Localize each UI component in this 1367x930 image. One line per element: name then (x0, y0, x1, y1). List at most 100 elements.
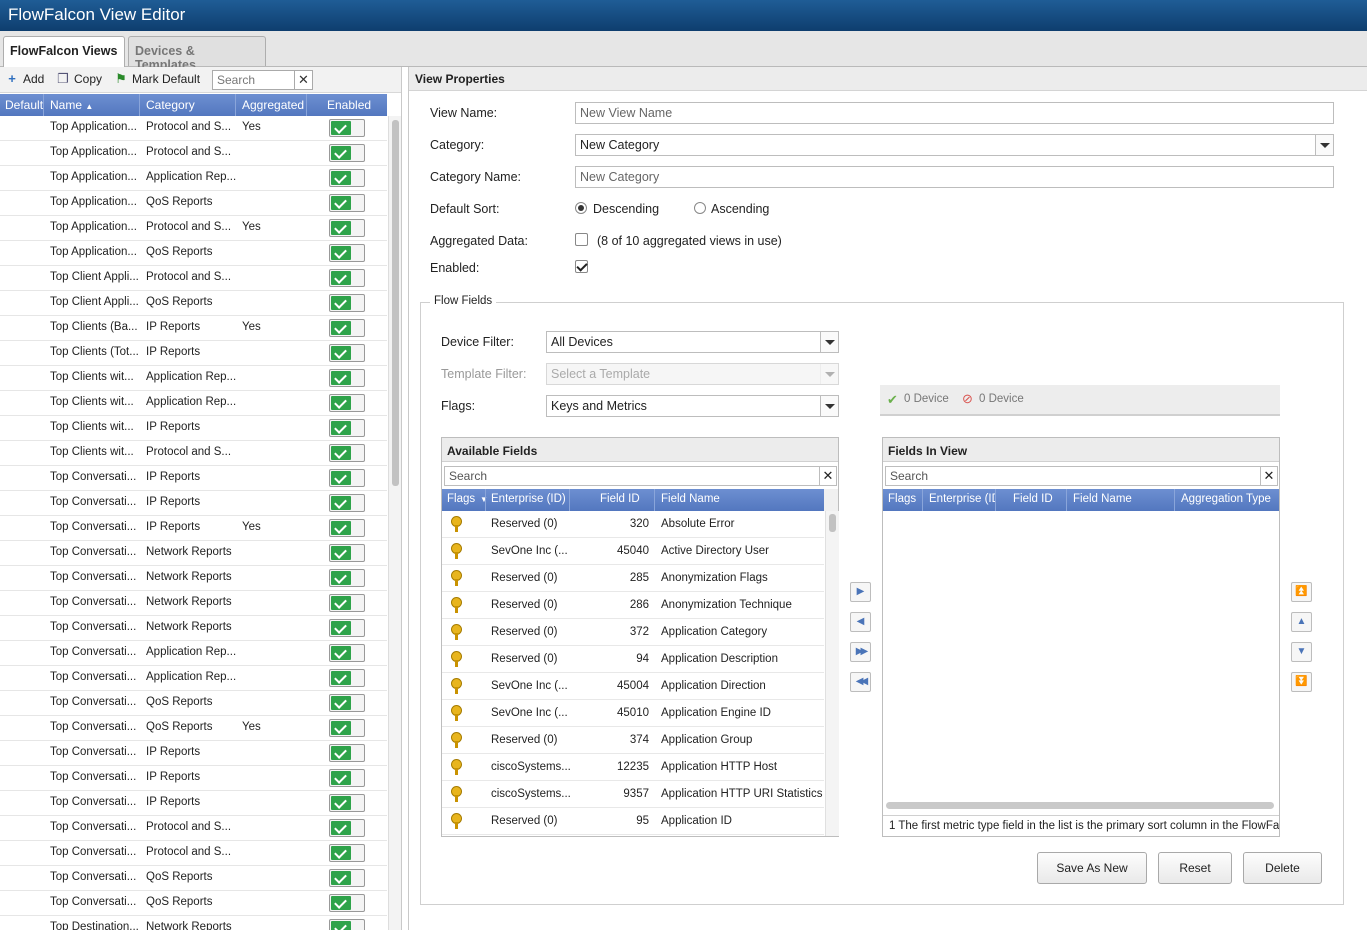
col-category[interactable]: Category (146, 98, 195, 112)
list-item[interactable]: SevOne Inc (... 45010 Application Engine I… (442, 700, 824, 727)
mark-default-button[interactable]: ⚑ Mark Default (114, 72, 200, 87)
table-row[interactable]: Top Destination... Network Reports (0, 916, 387, 930)
clear-search-icon[interactable]: ✕ (1260, 466, 1278, 486)
table-row[interactable]: Top Clients wit... Application Rep... (0, 391, 387, 416)
enabled-toggle[interactable] (329, 744, 365, 762)
scrollbar-thumb[interactable] (829, 514, 836, 532)
col-flags[interactable]: Flags (447, 493, 475, 505)
list-item[interactable]: Reserved (0) 286 Anonymization Technique (442, 592, 824, 619)
enabled-toggle[interactable] (329, 319, 365, 337)
enabled-toggle[interactable] (329, 669, 365, 687)
col-field-id[interactable]: Field ID (1013, 493, 1053, 505)
table-row[interactable]: Top Conversati... IP Reports (0, 741, 387, 766)
enabled-toggle[interactable] (329, 269, 365, 287)
col-enterprise[interactable]: Enterprise (ID) (929, 493, 995, 505)
table-row[interactable]: Top Conversati... IP Reports (0, 491, 387, 516)
table-row[interactable]: Top Client Appli... Protocol and S... (0, 266, 387, 291)
enabled-toggle[interactable] (329, 394, 365, 412)
views-scrollbar[interactable] (388, 116, 401, 930)
enabled-toggle[interactable] (329, 119, 365, 137)
enabled-checkbox[interactable] (575, 260, 588, 273)
enabled-toggle[interactable] (329, 419, 365, 437)
enabled-toggle[interactable] (329, 169, 365, 187)
col-aggregation-type[interactable]: Aggregation Type (1181, 493, 1271, 505)
enabled-toggle[interactable] (329, 594, 365, 612)
table-row[interactable]: Top Conversati... QoS Reports (0, 891, 387, 916)
move-down-icon[interactable]: ▼ (1291, 642, 1312, 662)
list-item[interactable]: Reserved (0) 372 Application Category (442, 619, 824, 646)
table-row[interactable]: Top Conversati... IP Reports Yes (0, 516, 387, 541)
horizontal-scrollbar[interactable] (886, 802, 1274, 809)
enabled-toggle[interactable] (329, 644, 365, 662)
chevron-down-icon[interactable] (820, 364, 838, 384)
copy-button[interactable]: ❐ Copy (56, 72, 102, 87)
col-name[interactable]: Name ▲ (50, 98, 93, 112)
col-enterprise[interactable]: Enterprise (ID) (491, 493, 566, 505)
move-all-right-icon[interactable]: ▶▶ (850, 642, 871, 662)
col-default[interactable]: Default (5, 98, 43, 112)
table-row[interactable]: Top Conversati... IP Reports (0, 766, 387, 791)
category-name-input[interactable]: New Category (575, 166, 1334, 188)
enabled-toggle[interactable] (329, 344, 365, 362)
enabled-toggle[interactable] (329, 619, 365, 637)
table-row[interactable]: Top Clients (Tot... IP Reports (0, 341, 387, 366)
enabled-toggle[interactable] (329, 194, 365, 212)
enabled-toggle[interactable] (329, 144, 365, 162)
move-all-left-icon[interactable]: ◀◀ (850, 672, 871, 692)
available-fields-scrollbar[interactable] (825, 511, 839, 836)
tab-flowfalcon-views[interactable]: FlowFalcon Views (3, 36, 125, 67)
col-field-id[interactable]: Field ID (600, 493, 640, 505)
table-row[interactable]: Top Clients (Ba... IP Reports Yes (0, 316, 387, 341)
template-filter-select[interactable]: Select a Template (546, 363, 839, 385)
list-item[interactable]: Reserved (0) 95 Application ID (442, 808, 824, 835)
enabled-toggle[interactable] (329, 819, 365, 837)
table-row[interactable]: Top Client Appli... QoS Reports (0, 291, 387, 316)
col-field-name[interactable]: Field Name (1073, 493, 1132, 505)
enabled-toggle[interactable] (329, 894, 365, 912)
flags-select[interactable]: Keys and Metrics (546, 395, 839, 417)
table-row[interactable]: Top Application... QoS Reports (0, 241, 387, 266)
enabled-toggle[interactable] (329, 444, 365, 462)
enabled-toggle[interactable] (329, 244, 365, 262)
table-row[interactable]: Top Clients wit... Protocol and S... (0, 441, 387, 466)
add-button[interactable]: + Add (5, 72, 44, 87)
aggregated-data-checkbox[interactable] (575, 233, 588, 246)
move-top-icon[interactable]: ⏫ (1291, 582, 1312, 602)
col-enabled[interactable]: Enabled (327, 98, 371, 112)
table-row[interactable]: Top Conversati... Protocol and S... (0, 816, 387, 841)
enabled-toggle[interactable] (329, 294, 365, 312)
table-row[interactable]: Top Application... Protocol and S... (0, 141, 387, 166)
enabled-toggle[interactable] (329, 569, 365, 587)
tab-devices-templates[interactable]: Devices & Templates (128, 36, 266, 72)
table-row[interactable]: Top Clients wit... IP Reports (0, 416, 387, 441)
list-item[interactable]: ciscoSystems... 9357 Application HTTP URI … (442, 781, 824, 808)
enabled-toggle[interactable] (329, 519, 365, 537)
move-right-icon[interactable]: ▶ (850, 582, 871, 602)
move-bottom-icon[interactable]: ⏬ (1291, 672, 1312, 692)
list-item[interactable]: ciscoSystems... 12235 Application HTTP Hos… (442, 754, 824, 781)
enabled-toggle[interactable] (329, 694, 365, 712)
fields-in-view-search[interactable]: Search (885, 466, 1261, 486)
table-row[interactable]: Top Conversati... Network Reports (0, 591, 387, 616)
table-row[interactable]: Top Application... Application Rep... (0, 166, 387, 191)
enabled-toggle[interactable] (329, 369, 365, 387)
chevron-down-icon[interactable] (820, 396, 838, 416)
col-field-name[interactable]: Field Name (661, 493, 720, 505)
table-row[interactable]: Top Conversati... IP Reports (0, 791, 387, 816)
list-item[interactable]: Reserved (0) 320 Absolute Error (442, 511, 824, 538)
enabled-toggle[interactable] (329, 719, 365, 737)
table-row[interactable]: Top Application... Protocol and S... Yes (0, 116, 387, 141)
view-name-input[interactable]: New View Name (575, 102, 1334, 124)
table-row[interactable]: Top Conversati... Application Rep... (0, 641, 387, 666)
table-row[interactable]: Top Conversati... Protocol and S... (0, 841, 387, 866)
clear-search-icon[interactable]: ✕ (819, 466, 837, 486)
table-row[interactable]: Top Application... QoS Reports (0, 191, 387, 216)
scrollbar-thumb[interactable] (392, 120, 399, 486)
col-flags[interactable]: Flags (888, 493, 916, 505)
available-fields-search[interactable]: Search (444, 466, 820, 486)
sort-ascending-radio[interactable] (694, 202, 706, 214)
sort-descending-radio[interactable] (575, 202, 587, 214)
move-left-icon[interactable]: ◀ (850, 612, 871, 632)
chevron-down-icon[interactable]: ▼ (480, 495, 488, 504)
enabled-toggle[interactable] (329, 919, 365, 930)
